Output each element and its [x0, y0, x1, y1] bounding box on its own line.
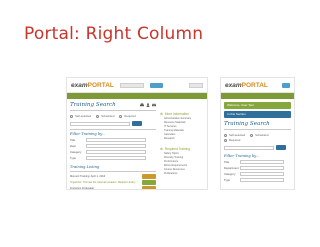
page-icons: [140, 103, 156, 107]
mobile-search-go-button[interactable]: [276, 145, 286, 150]
main-content: Training Search Self-selected Scheduled …: [70, 102, 156, 190]
required-training-heading[interactable]: ⊕ Required Training: [160, 147, 204, 151]
filter-label: Title: [224, 160, 230, 164]
slide-title: Portal: Right Column: [24, 24, 204, 44]
mobile-filter-select-department[interactable]: [240, 166, 284, 170]
radio-self-selected[interactable]: [70, 114, 73, 118]
filter-row: Category: [224, 172, 291, 176]
filter-row: Type: [70, 156, 156, 160]
listing-register-button[interactable]: [142, 174, 156, 179]
training-listing-title: Training Listing: [70, 165, 100, 169]
filter-row: Category: [70, 150, 156, 154]
in-this-section-banner[interactable]: In this Section: [224, 111, 291, 118]
filter-label: Dept: [70, 144, 76, 148]
radio-self-selected[interactable]: [224, 133, 227, 137]
listing-sub: Francisco Fridewater: [70, 187, 95, 190]
mobile-filter-title: Filter Training by...: [224, 154, 260, 158]
filter-row: Dept: [70, 144, 156, 148]
portal-logo[interactable]: examPORTAL: [71, 82, 114, 89]
mobile-training-search-title: Training Search: [224, 121, 270, 127]
filter-row: Type: [224, 178, 291, 182]
radio-label: Self-selected: [75, 114, 92, 118]
filter-row: Title: [70, 138, 156, 142]
required-training-links: Safety Topics Diversity Training Perform…: [160, 152, 204, 176]
filter-select-type[interactable]: [86, 156, 146, 160]
mobile-keyword-select[interactable]: [224, 145, 274, 150]
listing-details-button[interactable]: [142, 180, 156, 185]
filter-label: Title: [70, 138, 76, 142]
filter-label: Category: [224, 172, 236, 176]
print-icon[interactable]: [140, 103, 144, 107]
mobile-search-type-radios-2: Required: [224, 138, 291, 142]
mobile-search-type-radios: Self-selected Scheduled: [224, 133, 291, 137]
keyword-select[interactable]: [70, 121, 130, 126]
listing-more-button[interactable]: [142, 186, 156, 189]
radio-scheduled[interactable]: [250, 133, 254, 137]
mobile-header: examPORTAL: [221, 78, 294, 93]
portal-desktop-screenshot: examPORTAL Training Search Self-selected…: [66, 77, 208, 190]
mobile-filter-select-category[interactable]: [240, 172, 284, 176]
mobile-filter-select-type[interactable]: [240, 178, 284, 182]
user-icon[interactable]: [146, 103, 150, 107]
mobile-filter-select-title[interactable]: [240, 160, 284, 164]
filter-select-dept[interactable]: [86, 144, 146, 148]
listing-item[interactable]: Moment Training: April 1, 2014: [70, 175, 105, 178]
expand-icon: ⊕: [160, 112, 163, 116]
right-column: ⊕ More Information Administrative Summary…: [160, 102, 204, 189]
more-info-link[interactable]: Research: [164, 137, 204, 141]
filter-title: Filter Training by...: [70, 132, 106, 136]
filter-label: Department: [224, 166, 239, 170]
radio-required[interactable]: [224, 138, 227, 142]
header-search-button[interactable]: [149, 82, 163, 88]
listing-meta: Organizer: Thomas the Internal Location:…: [70, 181, 136, 184]
search-go-button[interactable]: [132, 121, 142, 126]
welcome-banner[interactable]: Welcome, User Test: [224, 102, 291, 109]
radio-scheduled[interactable]: [96, 114, 100, 118]
portal-header: examPORTAL: [67, 78, 207, 93]
required-link[interactable]: Publications: [164, 172, 204, 176]
filter-label: Category: [70, 150, 82, 154]
filter-row: Department: [224, 166, 291, 170]
radio-label: Scheduled: [101, 114, 115, 118]
more-info-heading[interactable]: ⊕ More Information: [160, 112, 204, 116]
filter-row: Title: [224, 160, 291, 164]
menu-button[interactable]: [282, 82, 290, 88]
email-icon[interactable]: [152, 103, 156, 107]
radio-label: Required: [124, 114, 136, 118]
training-search-title: Training Search: [70, 102, 116, 108]
portal-mobile-screenshot: examPORTAL Welcome, User Test In this Se…: [220, 77, 295, 190]
filter-label: Type: [70, 156, 77, 160]
filter-select-category[interactable]: [86, 150, 146, 154]
more-info-links: Administrative Summary Resource Material…: [160, 117, 204, 141]
header-user-field[interactable]: [189, 82, 203, 88]
radio-label: Required: [229, 138, 241, 142]
radio-required[interactable]: [119, 114, 123, 118]
listing-row: Moment Training: April 1, 2014: [70, 174, 156, 179]
radio-label: Scheduled: [255, 133, 269, 137]
expand-icon: ⊕: [160, 147, 163, 151]
search-type-radios: Self-selected Scheduled Required: [70, 114, 156, 118]
radio-label: Self-selected: [229, 133, 246, 137]
portal-logo[interactable]: examPORTAL: [225, 82, 268, 89]
header-search-field[interactable]: [119, 82, 144, 88]
filter-label: Type: [224, 178, 231, 182]
filter-list: Title Dept Category Type: [70, 138, 156, 160]
filter-select-title[interactable]: [86, 138, 146, 142]
